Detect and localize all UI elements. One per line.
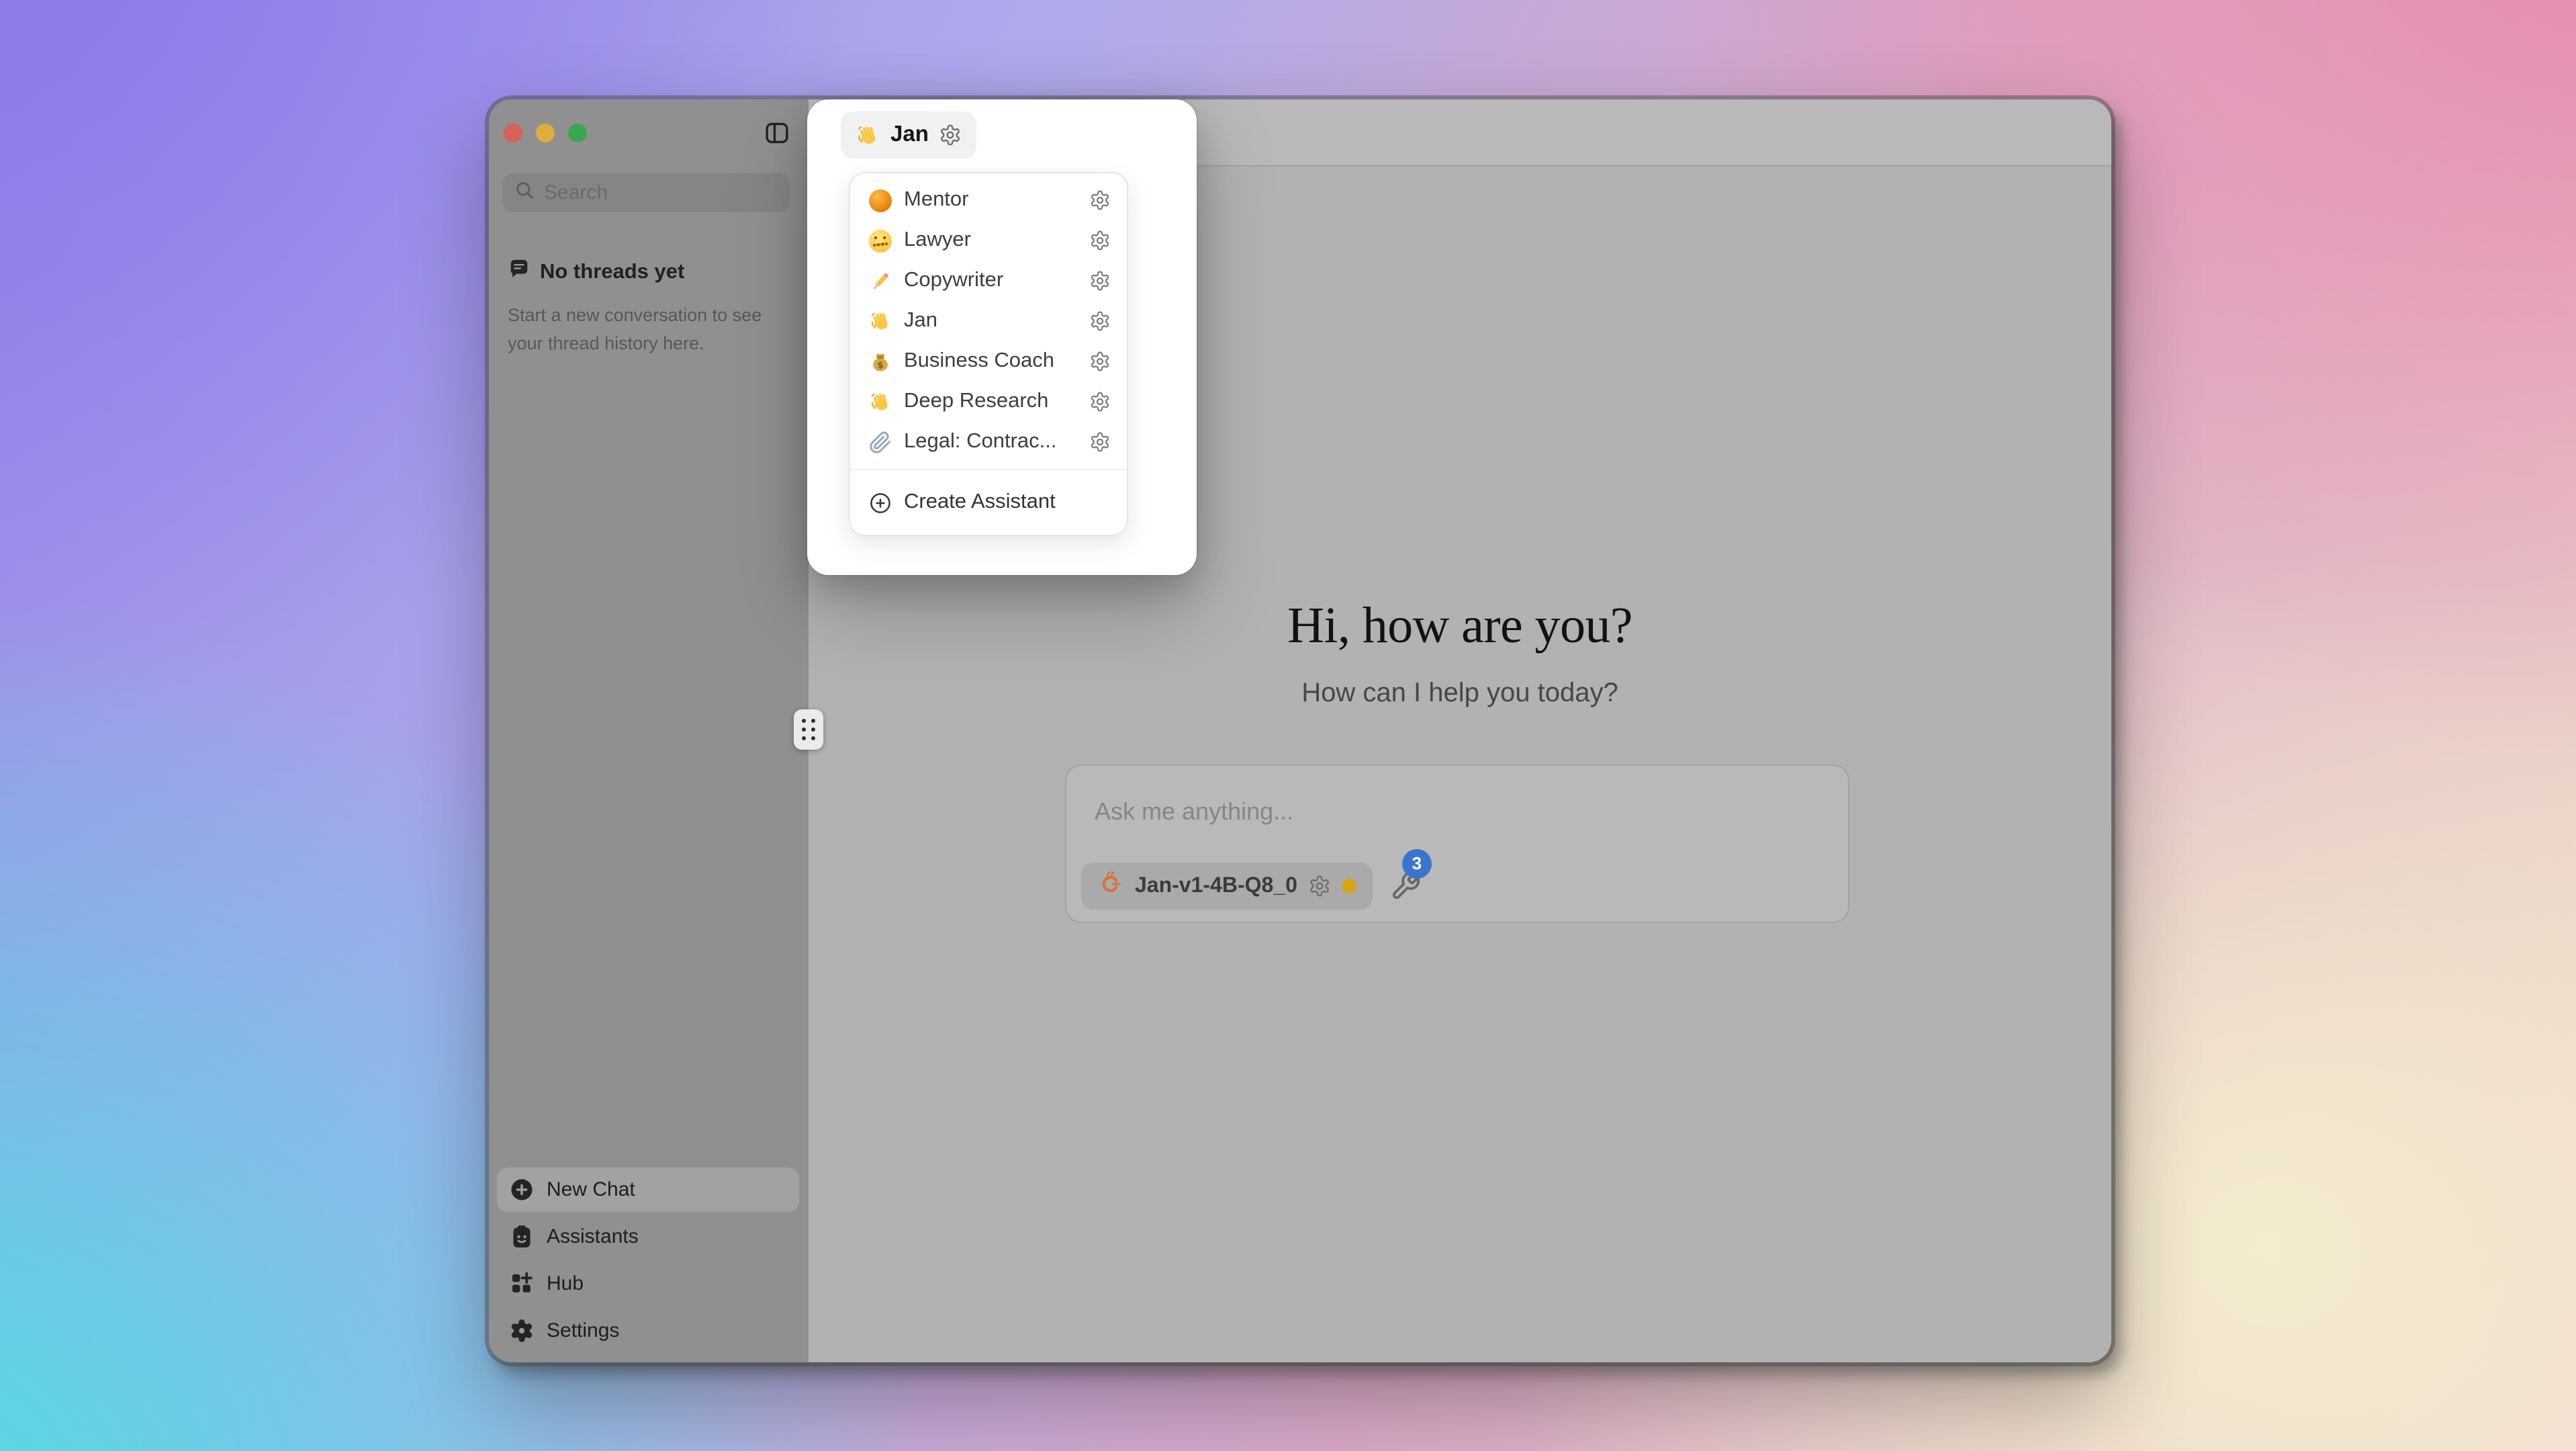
assistant-gear-icon[interactable] bbox=[1089, 270, 1111, 292]
search-input[interactable]: Search bbox=[502, 173, 790, 212]
tools-wrench-icon[interactable]: 3 bbox=[1390, 870, 1422, 902]
greeting-title: Hi, how are you? bbox=[809, 599, 2111, 653]
search-placeholder: Search bbox=[544, 181, 608, 204]
model-selector[interactable]: Jan-v1-4B-Q8_0 bbox=[1081, 863, 1373, 910]
search-icon bbox=[514, 179, 535, 206]
empty-state-title: No threads yet bbox=[540, 261, 684, 285]
assistant-popup: Jan Mentor Lawyer bbox=[807, 99, 1197, 575]
waving-hand-emoji-icon bbox=[869, 390, 892, 413]
gear-icon bbox=[509, 1318, 535, 1344]
selected-assistant-label: Jan bbox=[890, 122, 929, 148]
sidebar-item-settings[interactable]: Settings bbox=[497, 1309, 799, 1353]
assistant-item-deep-research[interactable]: Deep Research bbox=[850, 382, 1127, 422]
sidebar-item-label: Assistants bbox=[547, 1225, 639, 1248]
money-bag-emoji-icon: $ bbox=[869, 350, 892, 373]
app-window: Search No threads yet Start a new conver… bbox=[489, 99, 2111, 1362]
assistant-item-lawyer[interactable]: Lawyer bbox=[850, 220, 1127, 261]
waving-hand-emoji-icon bbox=[856, 123, 880, 147]
composer-toolbar: Jan-v1-4B-Q8_0 3 bbox=[1081, 863, 1422, 910]
grid-plus-icon bbox=[509, 1271, 535, 1296]
model-name: Jan-v1-4B-Q8_0 bbox=[1135, 874, 1297, 898]
sidebar-item-label: Settings bbox=[547, 1319, 619, 1342]
sidebar-resize-handle[interactable] bbox=[794, 709, 823, 750]
assistant-menu: Mentor Lawyer bbox=[849, 172, 1128, 536]
desktop-background: Search No threads yet Start a new conver… bbox=[0, 0, 2576, 1451]
assistant-item-label: Jan bbox=[904, 309, 1089, 333]
sidebar-item-label: Hub bbox=[547, 1272, 584, 1295]
sidebar-item-hub[interactable]: Hub bbox=[497, 1262, 799, 1306]
assistant-selector-button[interactable]: Jan bbox=[841, 112, 977, 159]
assistant-item-label: Copywriter bbox=[904, 269, 1089, 293]
zipper-mouth-emoji-icon bbox=[869, 229, 892, 252]
assistant-clipboard-icon bbox=[509, 1224, 535, 1249]
traffic-lights bbox=[504, 124, 587, 142]
greeting: Hi, how are you? How can I help you toda… bbox=[809, 599, 2111, 709]
pencil-emoji-icon bbox=[869, 269, 892, 292]
create-assistant-label: Create Assistant bbox=[904, 490, 1056, 515]
threads-empty-state: No threads yet Start a new conversation … bbox=[508, 258, 776, 357]
assistant-item-legal[interactable]: Legal: Contrac... bbox=[850, 422, 1127, 462]
model-status-dot bbox=[1342, 879, 1356, 893]
close-button[interactable] bbox=[504, 124, 522, 142]
assistant-item-jan[interactable]: Jan bbox=[850, 301, 1127, 341]
chat-composer[interactable]: Ask me anything... Jan-v1-4B-Q8_0 bbox=[1065, 764, 1849, 923]
assistant-item-label: Mentor bbox=[904, 188, 1089, 212]
assistant-gear-icon[interactable] bbox=[1089, 310, 1111, 332]
assistant-item-label: Legal: Contrac... bbox=[904, 430, 1089, 454]
paperclip-emoji-icon bbox=[869, 431, 892, 453]
empty-state-description: Start a new conversation to see your thr… bbox=[508, 301, 776, 357]
sidebar-item-assistants[interactable]: Assistants bbox=[497, 1215, 799, 1259]
zoom-button[interactable] bbox=[568, 124, 587, 142]
assistant-item-copywriter[interactable]: Copywriter bbox=[850, 261, 1127, 301]
model-settings-gear-icon[interactable] bbox=[1308, 875, 1331, 897]
assistant-gear-icon[interactable] bbox=[1089, 351, 1111, 372]
minimize-button[interactable] bbox=[536, 124, 555, 142]
sidebar-item-new-chat[interactable]: New Chat bbox=[497, 1168, 799, 1212]
assistant-item-label: Business Coach bbox=[904, 349, 1089, 373]
assistant-settings-gear-icon[interactable] bbox=[939, 124, 962, 146]
assistant-item-label: Deep Research bbox=[904, 390, 1089, 414]
sidebar-item-label: New Chat bbox=[547, 1178, 635, 1201]
sidebar: Search No threads yet Start a new conver… bbox=[489, 99, 809, 1362]
assistant-gear-icon[interactable] bbox=[1089, 431, 1111, 453]
assistant-item-label: Lawyer bbox=[904, 228, 1089, 253]
speech-bubble-icon bbox=[508, 258, 531, 288]
assistant-item-mentor[interactable]: Mentor bbox=[850, 180, 1127, 220]
assistant-item-business-coach[interactable]: $ Business Coach bbox=[850, 341, 1127, 382]
circle-plus-icon bbox=[869, 491, 892, 514]
assistant-gear-icon[interactable] bbox=[1089, 391, 1111, 412]
svg-text:$: $ bbox=[877, 359, 883, 370]
assistant-gear-icon[interactable] bbox=[1089, 230, 1111, 251]
menu-divider bbox=[850, 469, 1127, 470]
waving-hand-emoji-icon bbox=[869, 310, 892, 333]
greeting-subtitle: How can I help you today? bbox=[809, 678, 2111, 709]
sidebar-nav: New Chat Assistants bbox=[497, 1168, 799, 1353]
tools-count-badge: 3 bbox=[1402, 848, 1432, 878]
assistant-gear-icon[interactable] bbox=[1089, 189, 1111, 211]
llamacpp-icon bbox=[1097, 871, 1124, 902]
orange-circle-emoji-icon bbox=[869, 189, 892, 212]
sidebar-toggle-icon[interactable] bbox=[766, 122, 788, 144]
create-assistant-button[interactable]: Create Assistant bbox=[850, 477, 1127, 528]
composer-placeholder: Ask me anything... bbox=[1095, 798, 1293, 826]
plus-circle-icon bbox=[509, 1177, 535, 1202]
